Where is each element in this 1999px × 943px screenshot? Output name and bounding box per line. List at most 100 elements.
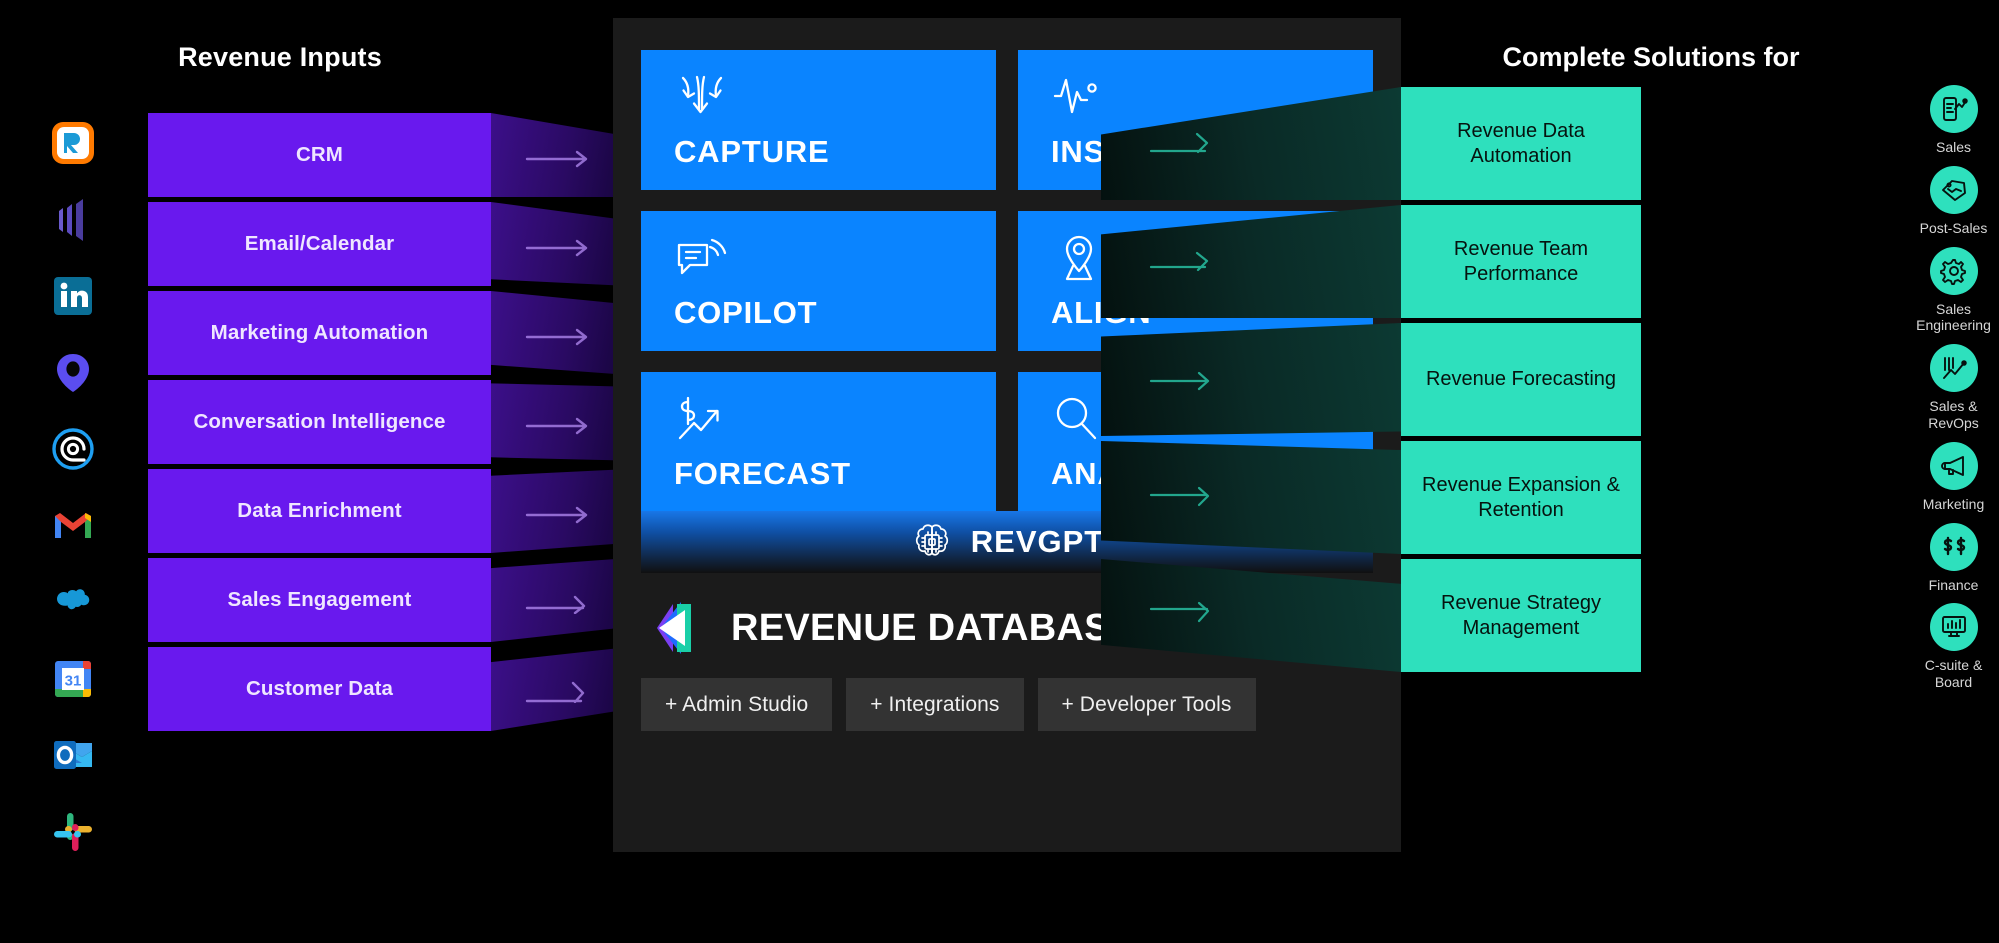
solution-row[interactable]: Revenue Forecasting [1101, 323, 1701, 438]
input-label: Email/Calendar [244, 232, 395, 255]
flow-arrow-icon [525, 417, 588, 435]
solution-extrusion [1101, 441, 1401, 554]
solution-label: Revenue Data Automation [1457, 119, 1585, 167]
input-box-data-enrichment[interactable]: Data Enrichment [148, 469, 491, 553]
source-icon-linkedin [42, 258, 104, 335]
handshake-tag-icon [1929, 165, 1978, 214]
persona-label: Post-Sales [1919, 219, 1988, 236]
solution-box-revenue-team-performance[interactable]: Revenue Team Performance [1401, 205, 1641, 318]
input-extrusion [491, 202, 629, 286]
persona-label: Sales & RevOps [1928, 398, 1979, 431]
revdb-logo-icon [657, 602, 691, 654]
source-icon-outlook [42, 717, 104, 794]
source-icon-ringcentral [42, 105, 104, 182]
input-box-crm[interactable]: CRM [148, 113, 491, 197]
persona-sales[interactable]: Sales [1906, 85, 1999, 156]
module-card-copilot[interactable]: COPILOT [641, 211, 996, 351]
solution-row[interactable]: Revenue Data Automation [1101, 87, 1701, 202]
double-dollar-icon [1929, 522, 1978, 571]
input-box-conversation-intelligence[interactable]: Conversation Intelligence [148, 380, 491, 464]
dollar-trend-icon [678, 396, 719, 440]
outreach-icon [50, 350, 96, 396]
source-icon-gong [42, 182, 104, 259]
linkedin-icon [50, 273, 96, 319]
solution-row[interactable]: Revenue Strategy Management [1101, 559, 1701, 674]
flow-arrow-icon [525, 681, 585, 703]
source-icon-gmail [42, 488, 104, 565]
input-row[interactable]: CRM [148, 113, 629, 199]
persona-label: Marketing [1922, 495, 1985, 512]
solution-extrusion [1101, 87, 1401, 200]
capture-arrows-icon [681, 75, 723, 114]
source-icon-salesforce [42, 564, 104, 641]
solution-row[interactable]: Revenue Team Performance [1101, 205, 1701, 320]
addon-button-developer-tools[interactable]: + Developer Tools [1037, 678, 1256, 731]
input-row[interactable]: Data Enrichment [148, 469, 629, 555]
flow-arrow-icon [525, 595, 586, 614]
solution-box-revenue-forecasting[interactable]: Revenue Forecasting [1401, 323, 1641, 436]
input-row[interactable]: Sales Engagement [148, 558, 629, 644]
input-row[interactable]: Conversation Intelligence [148, 380, 629, 466]
solution-box-revenue-strategy-management[interactable]: Revenue Strategy Management [1401, 559, 1641, 672]
solution-extrusion [1101, 205, 1401, 318]
persona-sales-revops[interactable]: Sales & RevOps [1906, 344, 1999, 432]
persona-finance[interactable]: Finance [1906, 522, 1999, 594]
addon-button-row: + Admin Studio + Integrations + Develope… [641, 678, 1373, 731]
salesforce-icon [50, 579, 96, 625]
revgpt-label: REVGPT [970, 524, 1105, 559]
input-label: Marketing Automation [210, 321, 429, 344]
source-icon-list: 31 [42, 105, 104, 870]
gong-icon [50, 197, 96, 243]
complete-solutions-column: Complete Solutions for Revenue Data Auto… [1101, 0, 1999, 943]
outlook-icon [50, 732, 96, 778]
input-label: Sales Engagement [227, 588, 412, 611]
flow-arrow-icon [1149, 601, 1210, 623]
input-label: Data Enrichment [237, 499, 402, 522]
addon-button-admin-studio[interactable]: + Admin Studio [641, 678, 833, 731]
persona-marketing[interactable]: Marketing [1906, 441, 1999, 513]
module-card-capture[interactable]: CAPTURE [641, 50, 996, 190]
ringcentral-icon [50, 120, 96, 166]
google-calendar-icon: 31 [50, 656, 96, 702]
input-extrusion [491, 647, 629, 731]
input-label: CRM [296, 143, 343, 166]
slack-icon [50, 809, 96, 855]
flow-arrow-icon [525, 239, 588, 257]
flow-arrow-icon [525, 150, 588, 168]
persona-label: C-suite & Board [1924, 657, 1983, 691]
input-row[interactable]: Email/Calendar [148, 202, 629, 288]
solution-label: Revenue Forecasting [1425, 368, 1617, 390]
input-extrusion [491, 113, 629, 197]
solution-box-revenue-data-automation[interactable]: Revenue Data Automation [1401, 87, 1641, 200]
solution-box-revenue-expansion-retention[interactable]: Revenue Expansion & Retention [1401, 441, 1641, 554]
module-label: COPILOT [674, 295, 818, 330]
revenue-inputs-column: Revenue Inputs 31 CRM Email/Calendar Mar… [0, 0, 629, 943]
revenue-inputs-stack: CRM Email/Calendar Marketing Automation … [148, 113, 629, 736]
input-row[interactable]: Marketing Automation [148, 291, 629, 377]
flow-arrow-icon [1149, 371, 1210, 391]
megaphone-icon [1929, 441, 1978, 490]
flow-arrow-icon [525, 506, 588, 524]
input-extrusion [491, 291, 629, 375]
persona-c-suite-board[interactable]: C-suite & Board [1906, 603, 1999, 691]
bar-trend-icon [1929, 344, 1978, 393]
input-box-marketing-automation[interactable]: Marketing Automation [148, 291, 491, 375]
input-box-sales-engagement[interactable]: Sales Engagement [148, 558, 491, 642]
solution-extrusion [1101, 323, 1401, 436]
input-box-email-calendar[interactable]: Email/Calendar [148, 202, 491, 286]
persona-sales-engineering[interactable]: Sales Engineering [1906, 246, 1999, 335]
revenue-database-title: REVENUE DATABASE [731, 606, 1136, 649]
input-box-customer-data[interactable]: Customer Data [148, 647, 491, 731]
complete-solutions-heading: Complete Solutions for [1502, 42, 1800, 72]
svg-text:31: 31 [65, 672, 82, 689]
input-row[interactable]: Customer Data [148, 647, 629, 733]
persona-post-sales[interactable]: Post-Sales [1906, 165, 1999, 237]
solution-label: Revenue Expansion & Retention [1422, 473, 1620, 521]
module-card-forecast[interactable]: FORECAST [641, 372, 996, 512]
solution-row[interactable]: Revenue Expansion & Retention [1101, 441, 1701, 556]
addon-button-integrations[interactable]: + Integrations [846, 678, 1024, 731]
input-label: Customer Data [245, 677, 394, 700]
input-extrusion [491, 469, 629, 553]
input-extrusion [491, 558, 629, 642]
chat-signal-icon [677, 238, 727, 275]
